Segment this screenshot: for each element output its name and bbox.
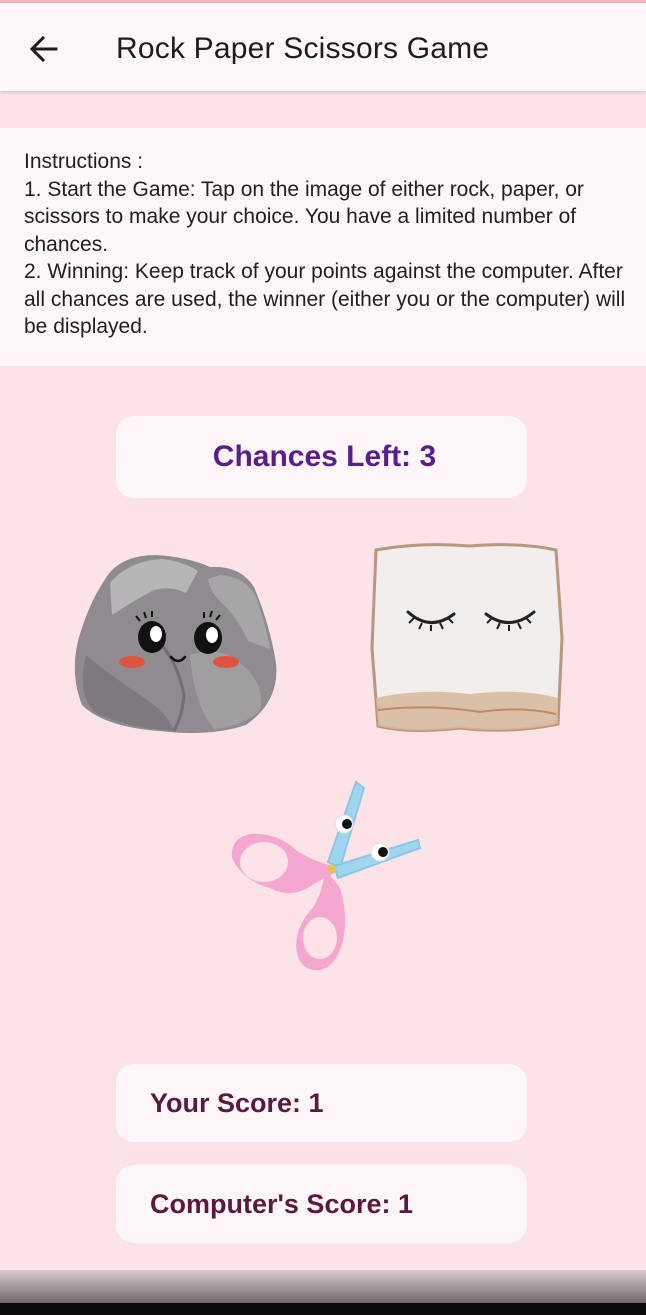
paper-choice-button[interactable] — [360, 538, 570, 743]
arrow-left-icon — [29, 35, 58, 63]
chances-card: Chances Left: 3 — [116, 416, 527, 498]
your-score-label: Your Score: 1 — [150, 1087, 324, 1118]
bottom-edge-shadow — [0, 1270, 646, 1304]
instructions-step-1: 1. Start the Game: Tap on the image of e… — [24, 177, 584, 256]
back-button[interactable] — [22, 29, 66, 69]
instructions-heading: Instructions : — [24, 150, 144, 173]
chances-left-label: Chances Left: 3 — [212, 440, 437, 473]
instructions-panel: Instructions : 1. Start the Game: Tap on… — [0, 128, 646, 366]
system-nav-bar — [0, 1303, 646, 1315]
rock-image — [74, 555, 277, 733]
computer-score-label: Computer's Score: 1 — [150, 1188, 413, 1219]
app-bar: Rock Paper Scissors Game — [0, 3, 646, 91]
rock-choice-button[interactable] — [70, 545, 285, 740]
paper-image — [370, 543, 564, 733]
page-title: Rock Paper Scissors Game — [116, 32, 490, 65]
scissors-image — [231, 780, 422, 971]
instructions-step-2: 2. Winning: Keep track of your points ag… — [24, 260, 626, 338]
computer-score-card: Computer's Score: 1 — [116, 1165, 527, 1243]
your-score-card: Your Score: 1 — [116, 1064, 527, 1142]
scissors-choice-button[interactable] — [222, 776, 424, 976]
